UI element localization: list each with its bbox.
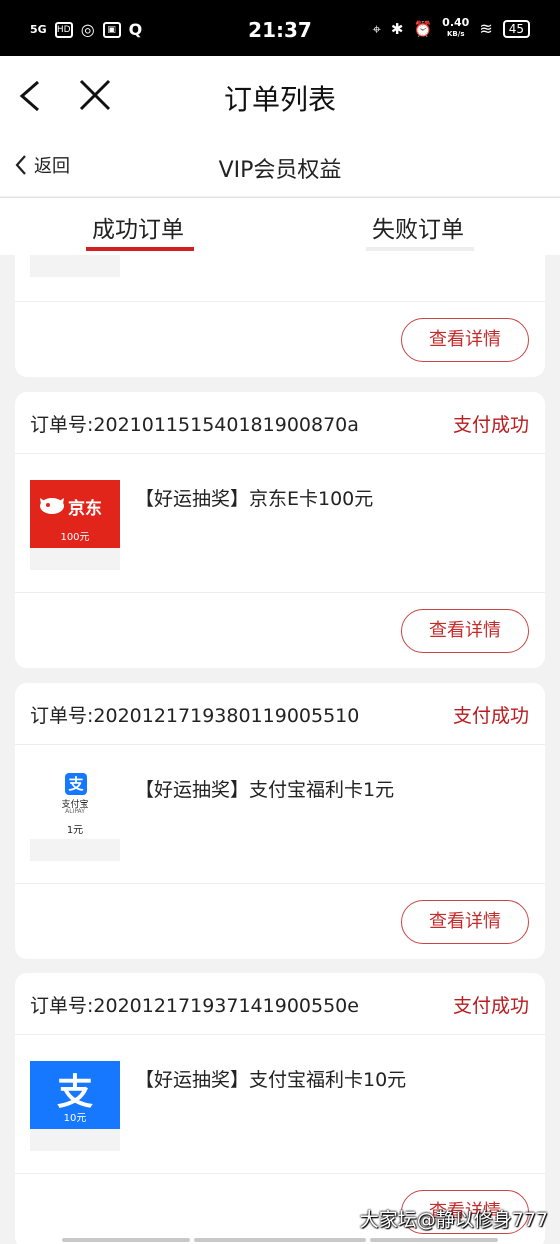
order-card: 订单号:20210115154018190087​0a 支付成功 京东 100元… xyxy=(15,392,545,668)
order-number: 订单号:20210115154018190087​0a xyxy=(30,414,359,436)
gesture-bar xyxy=(370,1238,498,1242)
page-title: 订单列表 xyxy=(223,83,336,116)
thumb-shadow xyxy=(30,255,120,277)
net-speed-value: 0.40 xyxy=(442,16,470,29)
tab-success-orders[interactable]: 成功订单 xyxy=(92,210,184,244)
watermark: 大家坛@静以修身777 xyxy=(359,1209,548,1231)
section-title: VIP会员权益 xyxy=(218,158,342,183)
card-header: 订单号:20201217193714190055​0e 支付成功 xyxy=(15,973,545,1035)
gesture-bar xyxy=(62,1238,190,1242)
thumb-brand: 京东 xyxy=(68,499,102,519)
item-title: 【好运抽奖】支付宝福利卡10元 xyxy=(135,1069,407,1091)
view-details-button[interactable]: 查看详情 xyxy=(401,318,529,362)
inactive-tab-indicator xyxy=(366,247,474,251)
net-speed: 0.40 KB/s xyxy=(442,16,470,39)
item-title: 【好运抽奖】京东E卡100元 xyxy=(135,488,374,510)
alipay-logo-icon: 支 xyxy=(56,1072,93,1113)
thumb-amount: 10元 xyxy=(63,1113,87,1124)
net-speed-unit: KB/s xyxy=(447,30,465,38)
location-icon: ⌖ xyxy=(372,19,381,38)
order-card: 订单号:20201217193801190055​10 支付成功 支 支付宝 A… xyxy=(15,683,545,959)
gesture-bar xyxy=(194,1238,366,1242)
alipay-card-thumbnail: 支 支付宝 ALIPAY 1元 xyxy=(30,771,120,839)
jd-mascot-icon xyxy=(40,498,64,514)
alipay-card-thumbnail: 支 10元 xyxy=(30,1061,120,1129)
thumb-amount: 100元 xyxy=(60,532,90,543)
thumb-shadow xyxy=(30,839,120,861)
status-bar: 5G HD ◎ ▣ Q 21:37 ⌖ ✱ ⏰ 0.40 KB/s ≋ 45 xyxy=(0,0,560,56)
order-number: 订单号:20201217193801190055​10 xyxy=(30,705,360,727)
card-footer: 查看详情 xyxy=(15,592,545,668)
thumb-brand-sub: ALIPAY xyxy=(65,808,85,815)
thumb-shadow xyxy=(30,548,120,570)
wifi-icon: ≋ xyxy=(479,19,493,38)
status-badge: 支付成功 xyxy=(452,414,529,436)
card-footer: 查看详情 xyxy=(15,301,545,377)
thumb-shadow xyxy=(30,1129,120,1151)
order-card: 订单号:20201217193714190055​0e 支付成功 支 10元 【… xyxy=(15,973,545,1244)
thumb-amount: 1元 xyxy=(66,825,84,836)
view-details-button[interactable]: 查看详情 xyxy=(401,900,529,944)
card-header: 订单号:20210115154018190087​0a 支付成功 xyxy=(15,392,545,454)
view-details-button[interactable]: 查看详情 xyxy=(401,609,529,653)
order-list[interactable]: 查看详情 订单号:20210115154018190087​0a 支付成功 京东… xyxy=(0,255,560,1244)
status-badge: 支付成功 xyxy=(452,995,529,1017)
app-bar: 订单列表 xyxy=(0,56,560,136)
alipay-logo-icon: 支 xyxy=(65,773,87,795)
item-title: 【好运抽奖】支付宝福利卡1元 xyxy=(135,779,395,801)
sub-header: 返回 VIP会员权益 xyxy=(0,136,560,196)
active-tab-indicator xyxy=(86,247,194,251)
tab-failed-orders[interactable]: 失败订单 xyxy=(372,210,464,244)
battery-icon: 45 xyxy=(502,19,530,38)
status-right: ⌖ ✱ ⏰ 0.40 KB/s ≋ 45 xyxy=(372,16,530,39)
alarm-icon: ⏰ xyxy=(413,19,433,38)
card-header: 订单号:20201217193801190055​10 支付成功 xyxy=(15,683,545,745)
card-footer: 查看详情 xyxy=(15,883,545,959)
order-tabs: 成功订单 失败订单 xyxy=(0,197,560,255)
jd-card-thumbnail: 京东 100元 xyxy=(30,480,120,548)
status-badge: 支付成功 xyxy=(452,705,529,727)
order-number: 订单号:20201217193714190055​0e xyxy=(30,995,359,1017)
bluetooth-icon: ✱ xyxy=(390,19,404,38)
order-card: 查看详情 xyxy=(15,255,545,377)
